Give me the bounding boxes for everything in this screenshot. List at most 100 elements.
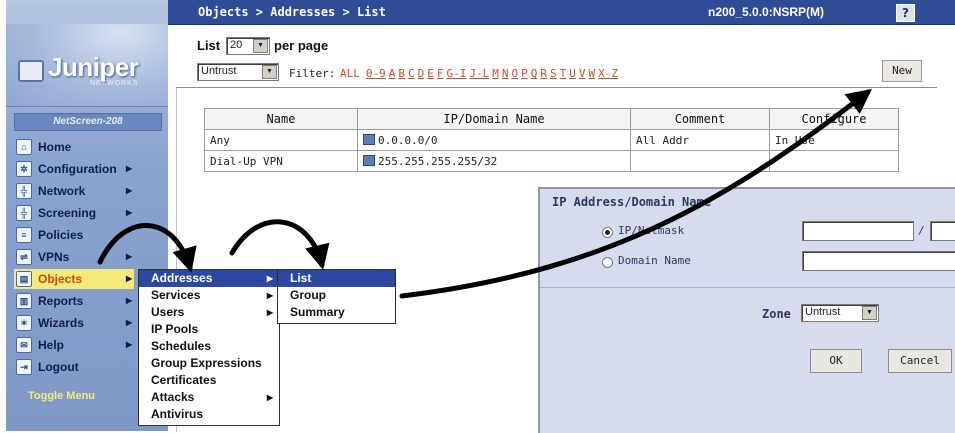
table-row: Any 0.0.0.0/0 All Addr In Use [204,129,899,151]
dialog-title: IP Address/Domain Name [552,195,711,209]
menu-item-users[interactable]: Users ▶ [139,304,279,321]
filter-link[interactable]: P [521,67,528,80]
sidebar-item-vpns[interactable]: ⇌ VPNs ▶ [14,247,134,267]
new-button[interactable]: New [882,60,922,82]
filter-link[interactable]: V [579,67,586,80]
chevron-down-icon: ▼ [262,65,277,79]
sidebar-item-screening[interactable]: ╬ Screening ▶ [14,203,134,223]
filter-link[interactable]: N [502,67,509,80]
menu-item-label: Services [151,288,201,302]
sidebar-item-objects[interactable]: ▤ Objects ▶ [14,269,134,289]
menu-item-schedules[interactable]: Schedules [139,338,279,355]
breadcrumb: Objects > Addresses > List [198,5,386,19]
toggle-menu-link[interactable]: Toggle Menu [28,390,95,402]
filter-link[interactable]: F [437,67,444,80]
menu-item-addresses[interactable]: Addresses ▶ [139,270,279,287]
help-icon: ✉ [16,337,32,353]
filter-link[interactable]: B [398,67,405,80]
sidebar-item-label: Policies [38,228,84,242]
policy-icon: ≡ [16,227,32,243]
comment-cell: All Addr [630,129,770,151]
domain-name-radio[interactable] [602,257,613,268]
screening-icon: ╬ [16,205,32,221]
address-icon [363,133,375,145]
filter-link[interactable]: T [560,67,567,80]
home-icon: ⌂ [16,139,32,155]
zone-select[interactable]: Untrust ▼ [197,63,279,81]
menu-item-list[interactable]: List [278,270,395,287]
sidebar-item-policies[interactable]: ≡ Policies [14,225,134,245]
gear-icon: ✲ [16,161,32,177]
filter-link[interactable]: S [550,67,557,80]
filter-link-all[interactable]: ALL [340,67,360,80]
help-button[interactable]: ? [896,4,915,22]
filter-link[interactable]: G-I [447,67,467,80]
filter-link[interactable]: M [492,67,499,80]
comment-cell [630,150,770,172]
list-label: List [197,38,221,53]
menu-item-summary[interactable]: Summary [278,304,395,321]
ip-address-input[interactable] [802,221,914,241]
chevron-right-icon: ▶ [126,164,133,173]
sidebar-item-network[interactable]: ╬ Network ▶ [14,181,134,201]
chevron-down-icon: ▼ [253,39,268,53]
filter-links: ALL 0-9 A B C D E F G-I J-L M N O P Q R S T U V W X-Z [340,67,621,80]
filter-link[interactable]: D [418,67,425,80]
per-page-select[interactable]: 20 ▼ [226,37,270,55]
cancel-button[interactable]: Cancel [888,349,952,373]
chevron-right-icon: ▶ [126,318,133,327]
filter-link[interactable]: U [569,67,576,80]
filter-link[interactable]: W [589,67,596,80]
filter-link[interactable]: O [512,67,519,80]
wizard-icon: ✶ [16,315,32,331]
filter-link[interactable]: J-L [469,67,489,80]
zone-select-value: Untrust [201,65,237,77]
logo-text: Juniper [48,52,139,82]
sidebar-item-label: Objects [38,272,83,286]
chevron-down-icon: ▼ [862,306,877,320]
ok-button[interactable]: OK [810,349,862,373]
filter-link[interactable]: A [389,67,396,80]
dialog-zone-select[interactable]: Untrust ▼ [801,304,879,322]
sidebar-item-label: Home [38,140,72,154]
netmask-input[interactable] [930,221,955,241]
ip-netmask-radio[interactable] [602,227,613,238]
menu-item-label: Addresses [151,271,213,285]
device-name: n200_5.0.0:NSRP(M) [708,5,825,19]
objects-icon: ▤ [16,271,32,287]
filter-link[interactable]: 0-9 [366,67,386,80]
sidebar-item-logout[interactable]: ⇥ Logout [14,357,134,377]
filter-link[interactable]: E [427,67,434,80]
sidebar-item-wizards[interactable]: ✶ Wizards ▶ [14,313,134,333]
filter-link[interactable]: R [540,67,547,80]
chevron-right-icon: ▶ [126,186,133,195]
sidebar-item-label: VPNs [38,250,70,264]
menu-item-attacks[interactable]: Attacks ▶ [139,389,279,406]
menu-item-certificates[interactable]: Certificates [139,372,279,389]
sidebar-item-help[interactable]: ✉ Help ▶ [14,335,134,355]
filter-link[interactable]: Q [531,67,538,80]
domain-name-input[interactable] [802,251,955,271]
column-header: Comment [630,108,770,130]
name-cell: Any [204,129,358,151]
logo-subtext: NETWORKS [90,80,139,87]
menu-item-ip-pools[interactable]: IP Pools [139,321,279,338]
column-header: Configure [769,108,899,130]
chevron-right-icon: ▶ [126,296,133,305]
sidebar-item-label: Help [38,338,65,352]
sidebar-item-label: Logout [38,360,79,374]
address-table: Name IP/Domain Name Comment Configure An… [204,108,899,172]
sidebar-item-label: Screening [38,206,97,220]
address-dialog: IP Address/Domain Name IP/Netmask / Doma… [538,187,955,433]
filter-link[interactable]: C [408,67,415,80]
filter-link[interactable]: X-Z [598,67,618,80]
sidebar-item-configuration[interactable]: ✲ Configuration ▶ [14,159,134,179]
menu-item-services[interactable]: Services ▶ [139,287,279,304]
sidebar-item-home[interactable]: ⌂ Home [14,137,134,157]
menu-item-antivirus[interactable]: Antivirus [139,406,279,423]
menu-item-group-expressions[interactable]: Group Expressions [139,355,279,372]
sidebar-item-reports[interactable]: ▥ Reports ▶ [14,291,134,311]
ip-cell: 255.255.255.255/32 [357,150,631,172]
menu-item-group[interactable]: Group [278,287,395,304]
sidebar-item-label: Wizards [38,316,84,330]
